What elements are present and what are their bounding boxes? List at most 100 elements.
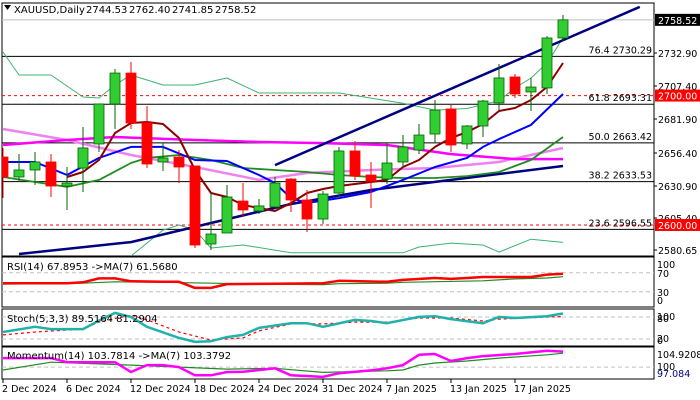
candle-body [413, 134, 425, 151]
rsi-scale-label: 0 [657, 296, 663, 307]
price-axis-label: 2732.90 [658, 49, 697, 60]
rsi-scale-label: 70 [657, 269, 669, 280]
candle-body [285, 178, 297, 201]
envelope-upper-line [2, 37, 564, 111]
candle-bullish[interactable] [333, 146, 345, 199]
level-2600-tag: 2600.00 [658, 221, 697, 232]
candle-bullish[interactable] [317, 190, 329, 224]
candle-body [493, 77, 505, 104]
candle-bearish[interactable] [125, 62, 137, 129]
candle-bullish[interactable] [397, 135, 409, 169]
candle-bullish[interactable] [221, 184, 233, 234]
candle-body [317, 193, 329, 220]
fib-label: 38.2 2633.53 [589, 171, 652, 182]
candle-body [397, 146, 409, 163]
stoch-label: Stoch(5,3,3) 89.5164 81.2904 [7, 314, 158, 325]
candle-body [125, 72, 137, 124]
candle-body [301, 199, 313, 220]
momentum-label: Momentum(14) 103.7814 ->MA(7) 103.3792 [7, 351, 231, 362]
fib-label: 61.8 2693.31 [589, 93, 652, 104]
ohlc-low: 2741.85 [172, 5, 213, 16]
candle-body [333, 150, 345, 194]
momentum-scale-max: 104.9208 [657, 350, 700, 361]
candle-body [109, 72, 121, 105]
ohlc-close: 2758.52 [215, 5, 256, 16]
time-axis-label: 12 Dec 2024 [130, 384, 191, 395]
price-axis-label: 2656.40 [658, 149, 697, 160]
stoch-scale-label: 80 [657, 314, 669, 325]
candle-body [29, 161, 41, 171]
stochastic-panel[interactable]: Stoch(5,3,3) 89.5164 81.2904 10080200 [1, 308, 675, 347]
time-axis-label: 13 Jan 2025 [450, 384, 507, 395]
level-2700-tag: 2700.00 [658, 92, 697, 103]
symbol-label: XAUUSD,Daily [14, 5, 85, 16]
rsi-label: RSI(14) 67.8953 ->MA(7) 61.5680 [7, 262, 178, 273]
fib-label: 23.6 2596.55 [589, 218, 652, 229]
candle-body [237, 200, 249, 211]
candle-body [173, 156, 185, 168]
candle-bearish[interactable] [141, 106, 153, 169]
collapse-triangle-icon[interactable] [4, 5, 11, 10]
candle-body [477, 100, 489, 127]
candle-bullish[interactable] [93, 103, 105, 152]
candle-body [461, 125, 473, 145]
candle-bearish[interactable] [189, 165, 201, 249]
candle-body [205, 233, 217, 245]
candle-bearish[interactable] [285, 178, 297, 213]
current-price-tag: 2758.52 [658, 16, 697, 27]
time-axis-label: 6 Dec 2024 [66, 384, 121, 395]
candle-bullish[interactable] [109, 69, 121, 129]
time-axis-label: 7 Jan 2025 [386, 384, 437, 395]
candle-bullish[interactable] [29, 151, 41, 185]
candle-bearish[interactable] [237, 183, 249, 217]
fib-label: 50.0 2663.42 [589, 132, 652, 143]
candle-bearish[interactable] [509, 73, 521, 99]
trading-chart[interactable]: 76.4 2730.29 61.8 2693.31 50.0 2663.42 38.2… [0, 0, 700, 400]
candle-bearish[interactable] [0, 147, 9, 199]
candle-bullish[interactable] [525, 77, 537, 111]
candle-body [445, 108, 457, 146]
time-axis-label: 31 Dec 2024 [322, 384, 383, 395]
candle-body [2, 156, 9, 178]
candle-bullish[interactable] [477, 99, 489, 137]
candle-body [557, 19, 569, 39]
candle-bullish[interactable] [429, 99, 441, 144]
time-axis-label: 17 Jan 2025 [514, 384, 571, 395]
candle-bullish[interactable] [557, 14, 569, 42]
candle-body [429, 109, 441, 135]
candle-bullish[interactable] [541, 36, 553, 95]
chart-header: XAUUSD,Daily 2744.53 2762.40 2741.85 275… [4, 5, 256, 16]
candle-bullish[interactable] [493, 63, 505, 111]
candle-body [141, 122, 153, 165]
stoch-scale-label: 0 [657, 336, 663, 347]
candle-bullish[interactable] [413, 124, 425, 155]
fib-label: 76.4 2730.29 [589, 45, 652, 56]
price-axis-label: 2580.65 [658, 246, 697, 257]
price-panel[interactable]: 76.4 2730.29 61.8 2693.31 50.0 2663.42 38.2… [0, 2, 700, 257]
candle-body [365, 174, 377, 182]
candle-body [349, 150, 361, 177]
price-axis-label: 2681.90 [658, 115, 697, 126]
candle-body [509, 76, 521, 95]
candle-body [13, 169, 25, 178]
candle-body [77, 147, 89, 169]
candle-bearish[interactable] [349, 140, 361, 180]
momentum-scale-min: 97.084 [657, 369, 690, 380]
price-axis-label: 2630.90 [658, 182, 697, 193]
candle-bullish[interactable] [381, 143, 393, 184]
candle-bearish[interactable] [445, 105, 457, 152]
candle-body [61, 182, 73, 187]
momentum-panel[interactable]: Momentum(14) 103.7814 ->MA(7) 103.3792 10… [1, 346, 700, 380]
candle-bullish[interactable] [13, 154, 25, 183]
candle-body [189, 165, 201, 246]
candle-body [541, 37, 553, 89]
candle-bullish[interactable] [461, 124, 473, 150]
time-axis: 2 Dec 2024 6 Dec 2024 12 Dec 2024 18 Dec 20… [2, 379, 571, 395]
time-axis-label: 18 Dec 2024 [194, 384, 255, 395]
price-plot [0, 5, 654, 256]
ohlc-high: 2762.40 [129, 5, 170, 16]
candle-body [525, 86, 537, 93]
ohlc-open: 2744.53 [86, 5, 127, 16]
rsi-panel[interactable]: RSI(14) 67.8953 ->MA(7) 61.5680 10070300 [1, 256, 675, 308]
candle-bearish[interactable] [45, 154, 57, 198]
